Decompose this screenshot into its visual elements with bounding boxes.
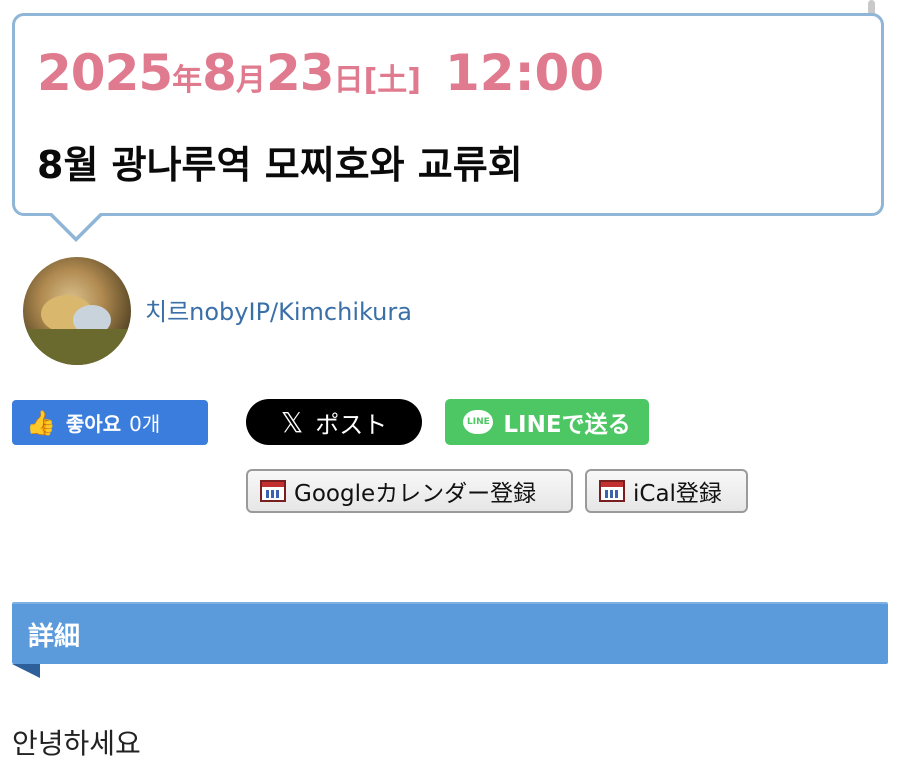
event-description-text: 안녕하세요 (12, 727, 141, 760)
event-day: 23 (265, 44, 335, 102)
event-header-bubble: 2025年8月23日[土] 12:00 8월 광나루역 모찌호와 교류회 (12, 13, 884, 216)
event-year: 2025 (37, 44, 173, 102)
bubble-tail-fill (52, 213, 100, 237)
event-year-unit: 年 (172, 63, 203, 98)
facebook-like-button[interactable]: 👍 좋아요 0개 (12, 400, 208, 445)
event-title: 8월 광나루역 모찌호와 교류회 (37, 143, 523, 187)
ical-label: iCal登録 (633, 481, 722, 507)
like-label: 좋아요 (65, 412, 122, 436)
thumbs-up-icon: 👍 (26, 408, 56, 437)
post-label: ポスト (315, 410, 388, 439)
event-month-unit: 月 (235, 63, 266, 98)
author-avatar[interactable] (23, 257, 131, 365)
x-logo-icon: 𝕏 (280, 405, 304, 439)
section-heading-details: 詳細 (12, 602, 888, 664)
line-logo-icon: LINE (463, 410, 494, 434)
google-calendar-label: Googleカレンダー登録 (294, 481, 537, 507)
event-weekday: [土] (363, 63, 421, 98)
author-name-link[interactable]: 치르nobyIP/Kimchikura (145, 292, 412, 327)
event-datetime: 2025年8月23日[土] 12:00 (37, 44, 604, 102)
event-day-unit: 日 (333, 63, 364, 98)
line-share-button[interactable]: LINE LINEで送る (445, 399, 649, 445)
x-post-button[interactable]: 𝕏 ポスト (246, 399, 422, 445)
event-month: 8 (202, 44, 237, 102)
avatar-ground (28, 329, 128, 365)
google-calendar-button[interactable]: Googleカレンダー登録 (246, 469, 573, 513)
calendar-icon (599, 480, 625, 502)
section-heading-tab (12, 664, 40, 678)
line-label: LINEで送る (503, 412, 631, 438)
event-time: 12:00 (444, 44, 605, 102)
calendar-icon (260, 480, 286, 502)
ical-button[interactable]: iCal登録 (585, 469, 748, 513)
like-count: 0개 (129, 412, 161, 436)
